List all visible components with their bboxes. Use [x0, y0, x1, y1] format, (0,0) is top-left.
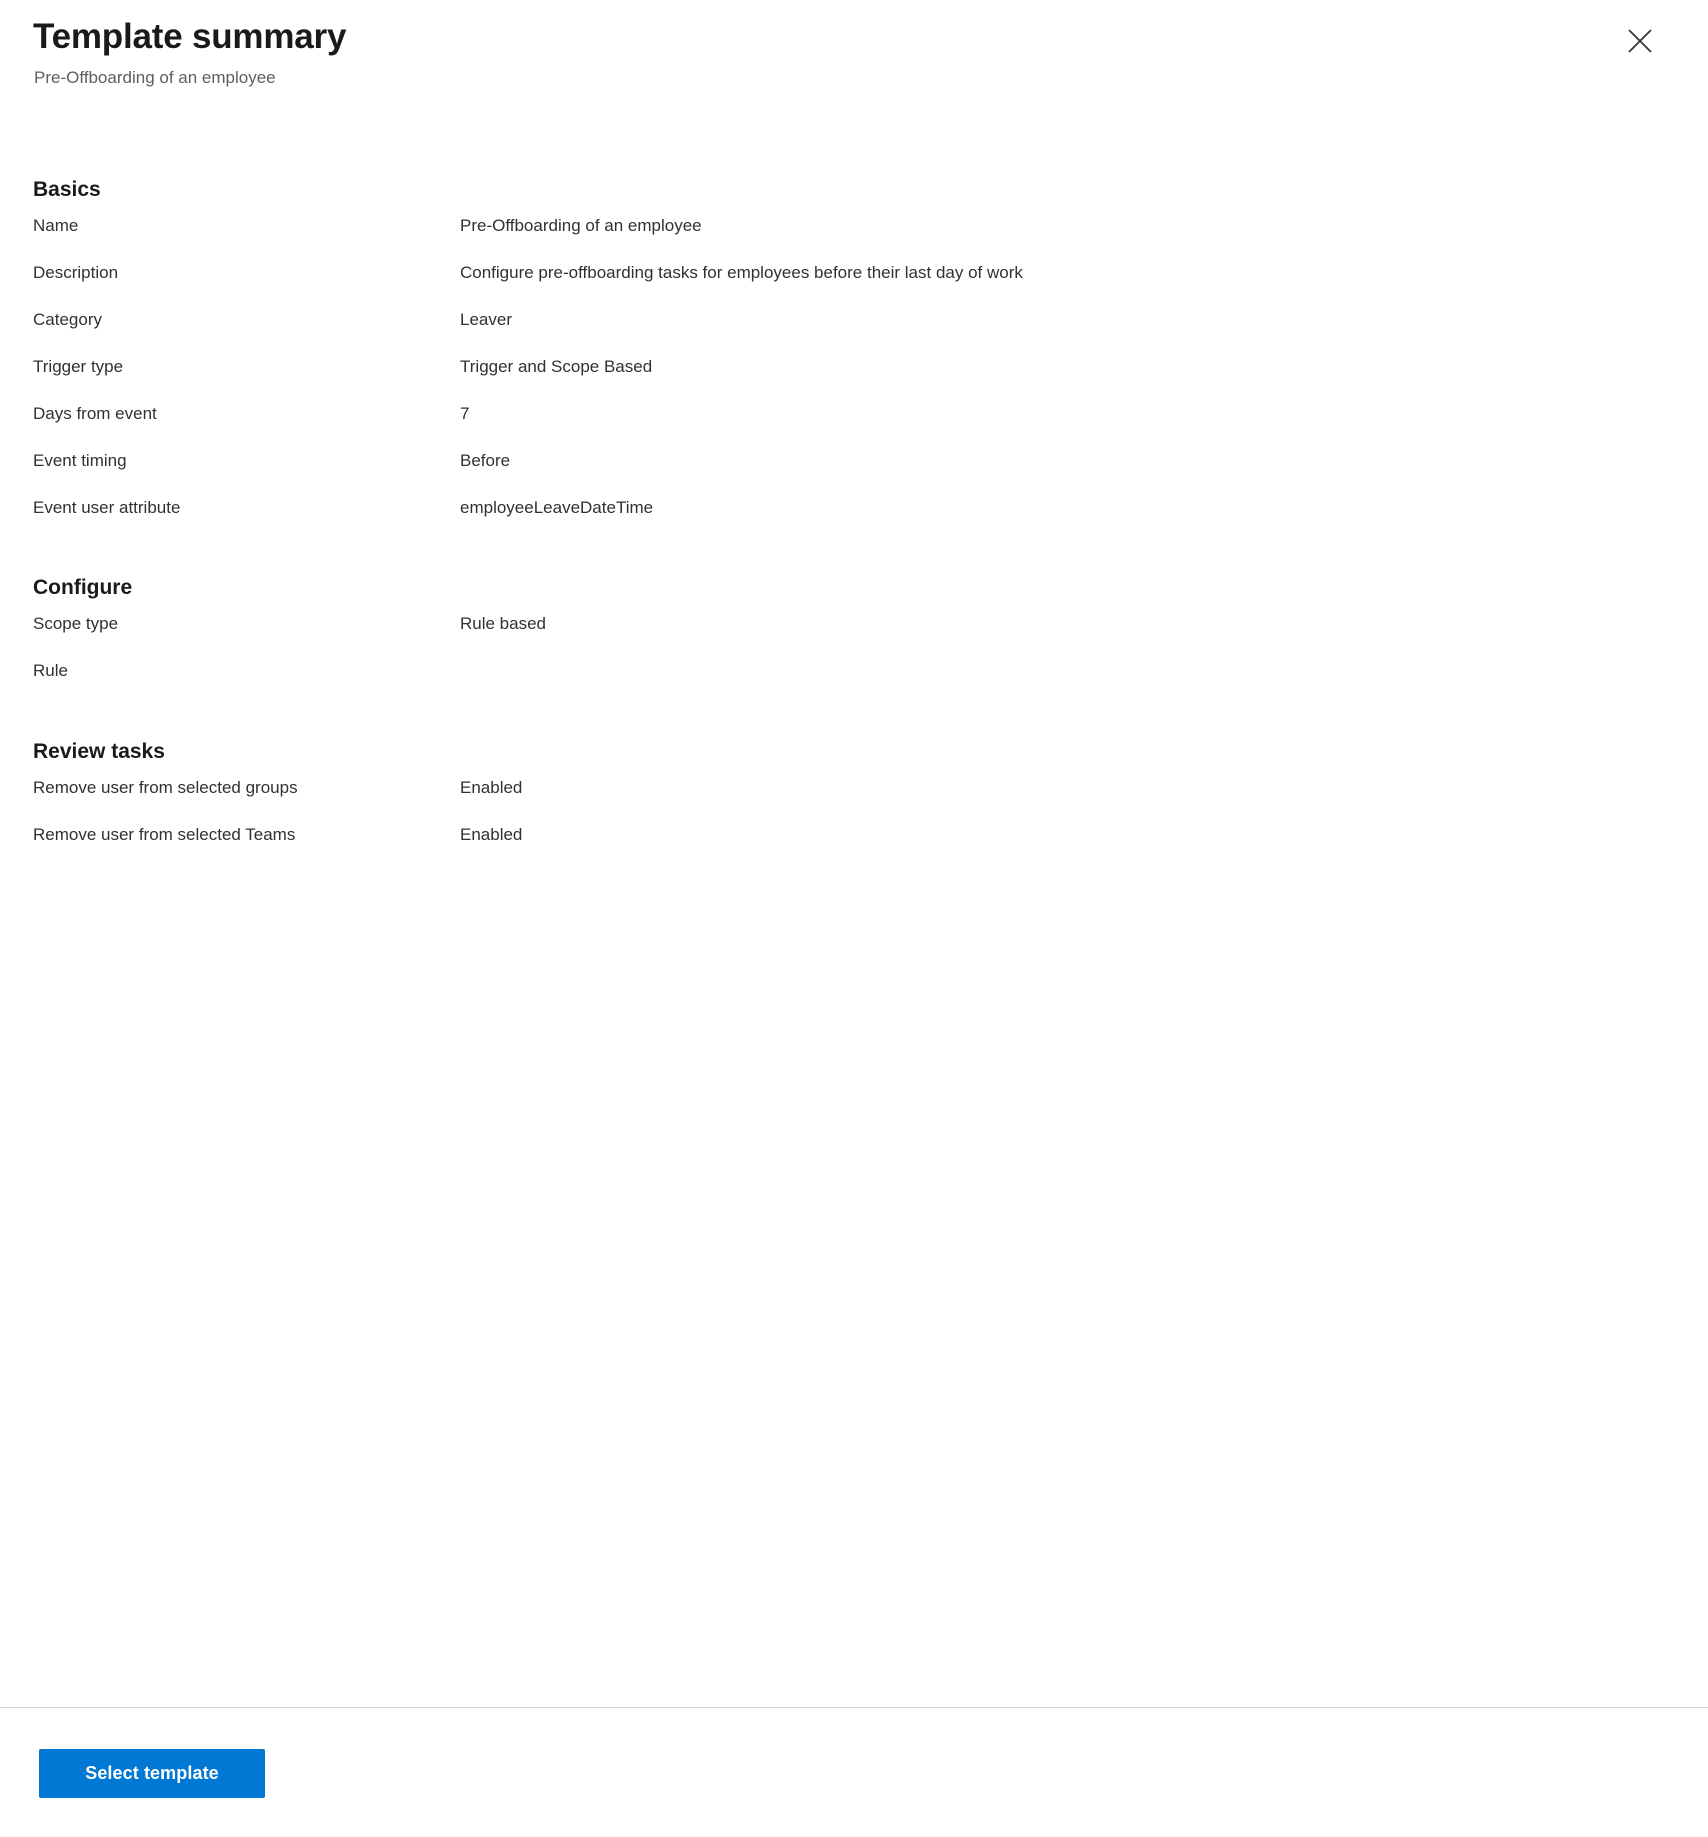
row-value: Enabled: [460, 825, 523, 844]
table-row: Name Pre-Offboarding of an employee: [0, 213, 1708, 260]
basics-rows: Name Pre-Offboarding of an employee Desc…: [0, 213, 1708, 542]
table-row: Category Leaver: [0, 307, 1708, 354]
section-heading-review-tasks: Review tasks: [33, 740, 165, 763]
select-template-button[interactable]: Select template: [39, 1749, 265, 1798]
row-label: Name: [33, 216, 79, 235]
table-row: Description Configure pre-offboarding ta…: [0, 260, 1708, 307]
table-row: Remove user from selected Teams Enabled: [0, 822, 1708, 869]
row-label: Description: [33, 263, 119, 282]
table-row: Trigger type Trigger and Scope Based: [0, 354, 1708, 401]
row-label: Event user attribute: [33, 498, 181, 517]
row-label: Trigger type: [33, 357, 124, 376]
table-row: Event timing Before: [0, 448, 1708, 495]
row-value: 7: [460, 404, 470, 423]
row-label: Category: [33, 310, 102, 329]
row-label: Scope type: [33, 614, 119, 633]
row-label: Remove user from selected groups: [33, 778, 298, 797]
row-value: Rule based: [460, 614, 547, 633]
page-subtitle: Pre-Offboarding of an employee: [34, 68, 276, 87]
row-value: Configure pre-offboarding tasks for empl…: [460, 263, 1023, 282]
row-label: Event timing: [33, 451, 127, 470]
panel-footer: Select template: [0, 1707, 1708, 1837]
row-label: Rule: [33, 661, 68, 680]
table-row: Event user attribute employeeLeaveDateTi…: [0, 495, 1708, 542]
row-value: Before: [460, 451, 511, 470]
close-button[interactable]: [1617, 18, 1663, 64]
table-row: Days from event 7: [0, 401, 1708, 448]
review-tasks-rows: Remove user from selected groups Enabled…: [0, 775, 1708, 869]
row-value: Trigger and Scope Based: [460, 357, 653, 376]
panel-header: Template summary Pre-Offboarding of an e…: [0, 0, 1708, 120]
section-heading-basics: Basics: [33, 178, 101, 201]
row-value: Leaver: [460, 310, 512, 329]
page-title: Template summary: [33, 17, 347, 56]
close-icon: [1626, 27, 1654, 55]
row-label: Remove user from selected Teams: [33, 825, 296, 844]
row-label: Days from event: [33, 404, 157, 423]
section-heading-configure: Configure: [33, 576, 133, 599]
table-row: Scope type Rule based: [0, 611, 1708, 658]
row-value: employeeLeaveDateTime: [460, 498, 654, 517]
table-row: Rule: [0, 658, 1708, 705]
configure-rows: Scope type Rule based Rule: [0, 611, 1708, 705]
summary-content: Basics Name Pre-Offboarding of an employ…: [0, 120, 1708, 1707]
row-value: Pre-Offboarding of an employee: [460, 216, 702, 235]
table-row: Remove user from selected groups Enabled: [0, 775, 1708, 822]
row-value: Enabled: [460, 778, 523, 797]
